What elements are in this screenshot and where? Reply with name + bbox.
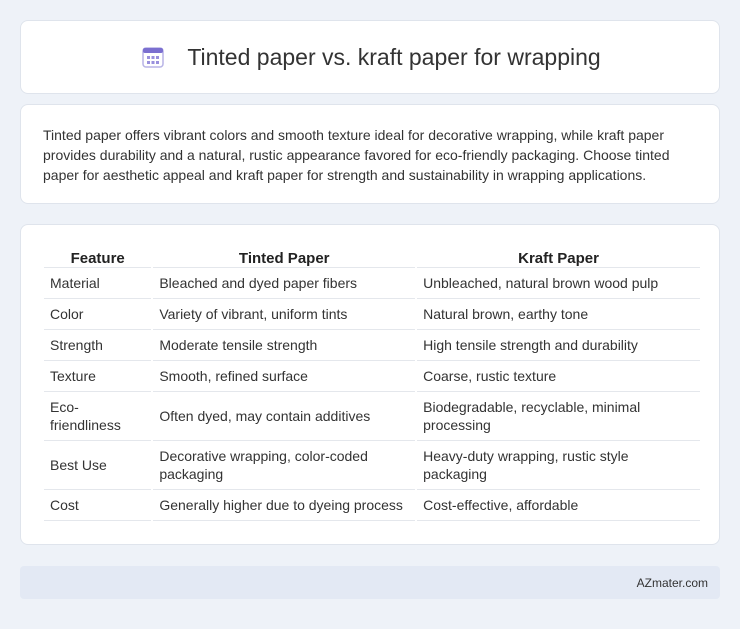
feature-cell: Strength xyxy=(44,330,152,361)
page-title: Tinted paper vs. kraft paper for wrappin… xyxy=(187,43,601,70)
kraft-cell: Unbleached, natural brown wood pulp xyxy=(417,268,700,299)
tinted-cell: Decorative wrapping, color-coded packagi… xyxy=(153,441,416,490)
kraft-cell: Cost-effective, affordable xyxy=(417,490,700,521)
kraft-cell: Natural brown, earthy tone xyxy=(417,299,700,330)
feature-cell: Cost xyxy=(44,490,152,521)
feature-cell: Eco-friendliness xyxy=(44,392,152,441)
column-header-kraft: Kraft Paper xyxy=(417,245,700,268)
page: Tinted paper vs. kraft paper for wrappin… xyxy=(0,0,740,629)
feature-cell: Best Use xyxy=(44,441,152,490)
comparison-table: Feature Tinted Paper Kraft Paper Materia… xyxy=(42,245,702,521)
table-row: Texture Smooth, refined surface Coarse, … xyxy=(44,361,700,392)
feature-cell: Color xyxy=(44,299,152,330)
tinted-cell: Variety of vibrant, uniform tints xyxy=(153,299,416,330)
tinted-cell: Generally higher due to dyeing process xyxy=(153,490,416,521)
intro-card: Tinted paper offers vibrant colors and s… xyxy=(20,104,720,204)
kraft-cell: High tensile strength and durability xyxy=(417,330,700,361)
table-header-row: Feature Tinted Paper Kraft Paper xyxy=(44,245,700,268)
kraft-cell: Coarse, rustic texture xyxy=(417,361,700,392)
table-row: Material Bleached and dyed paper fibers … xyxy=(44,268,700,299)
footer-brand-link[interactable]: AZmater.com xyxy=(637,576,708,590)
table-row: Eco-friendliness Often dyed, may contain… xyxy=(44,392,700,441)
kraft-cell: Biodegradable, recyclable, minimal proce… xyxy=(417,392,700,441)
feature-cell: Texture xyxy=(44,361,152,392)
intro-paragraph: Tinted paper offers vibrant colors and s… xyxy=(43,127,670,183)
kraft-cell: Heavy-duty wrapping, rustic style packag… xyxy=(417,441,700,490)
column-header-feature: Feature xyxy=(44,245,152,268)
title-card: Tinted paper vs. kraft paper for wrappin… xyxy=(20,20,720,94)
footer-bar: AZmater.com xyxy=(20,566,720,599)
tinted-cell: Bleached and dyed paper fibers xyxy=(153,268,416,299)
table-row: Color Variety of vibrant, uniform tints … xyxy=(44,299,700,330)
comparison-card: Feature Tinted Paper Kraft Paper Materia… xyxy=(20,224,720,545)
tinted-cell: Moderate tensile strength xyxy=(153,330,416,361)
table-row: Strength Moderate tensile strength High … xyxy=(44,330,700,361)
table-row: Cost Generally higher due to dyeing proc… xyxy=(44,490,700,521)
calendar-icon xyxy=(139,43,167,71)
tinted-cell: Smooth, refined surface xyxy=(153,361,416,392)
feature-cell: Material xyxy=(44,268,152,299)
column-header-tinted: Tinted Paper xyxy=(153,245,416,268)
tinted-cell: Often dyed, may contain additives xyxy=(153,392,416,441)
table-row: Best Use Decorative wrapping, color-code… xyxy=(44,441,700,490)
